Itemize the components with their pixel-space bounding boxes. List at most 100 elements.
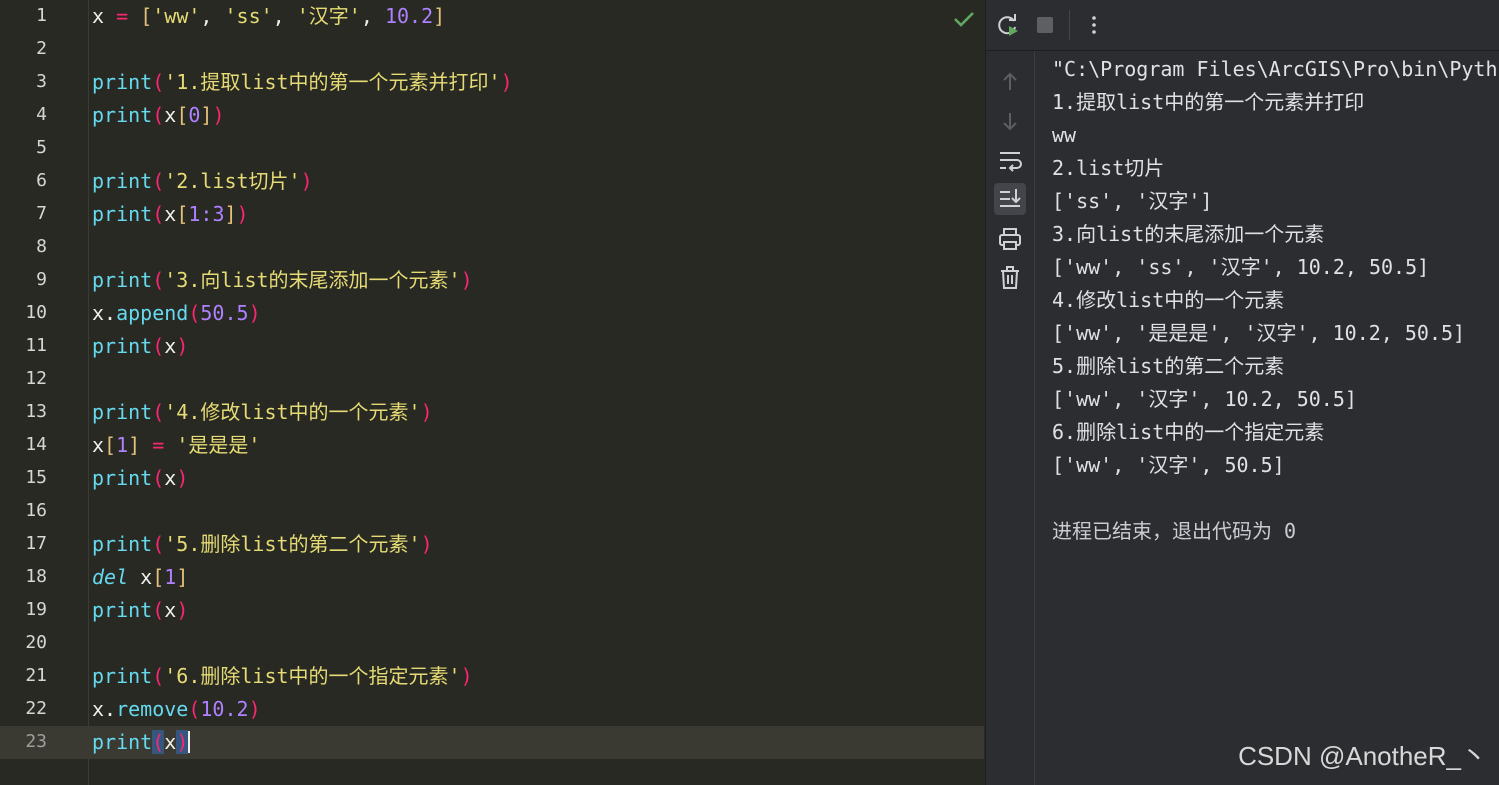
code-method: append [116,301,189,325]
code-editor[interactable]: 1x = ['ww', 'ss', '汉字', 10.2] 2 3 print('1.… [0,0,984,785]
code-number: 10.2 [384,4,434,28]
code-token: = [116,4,129,28]
code-line[interactable]: 16 [0,495,984,528]
code-line[interactable]: 2 [0,33,984,66]
code-number: 10.2 [200,697,249,721]
code-text: x.remove(10.2) [92,697,261,721]
code-text: print(x[0]) [92,103,225,127]
line-number: 1 [36,5,47,26]
code-text: print('2.list切片') [92,169,313,193]
console-line: "C:\Program Files\ArcGIS\Pro\bin\Pytho [1052,57,1498,81]
console-line: ww [1052,123,1077,147]
code-string: '1.提取list中的第一个元素并打印' [164,70,501,94]
trash-icon[interactable] [994,262,1026,294]
line-number: 10 [25,302,47,323]
code-string: '是是是' [176,433,261,457]
code-text: del x[1] [92,565,189,589]
code-line[interactable]: 23 print(x) [0,726,984,759]
code-text: print('1.提取list中的第一个元素并打印') [92,70,513,94]
code-line[interactable]: 9 print('3.向list的末尾添加一个元素') [0,264,984,297]
run-panel: "C:\Program Files\ArcGIS\Pro\bin\Pytho 1.… [985,0,1499,785]
stop-icon[interactable] [1032,12,1058,38]
line-number: 19 [25,599,47,620]
line-number: 9 [36,269,47,290]
code-string: '6.删除list中的一个指定元素' [164,664,461,688]
code-line[interactable]: 13 print('4.修改list中的一个元素') [0,396,984,429]
arrow-down-icon[interactable] [994,105,1026,137]
console-line: ['ww', '汉字', 50.5] [1052,453,1285,477]
code-text: x.append(50.5) [92,301,261,325]
print-keyword: print [92,532,153,556]
code-line[interactable]: 3 print('1.提取list中的第一个元素并打印') [0,66,984,99]
arrow-up-icon[interactable] [994,66,1026,98]
code-line[interactable]: 7 print(x[1:3]) [0,198,984,231]
code-line[interactable]: 4 print(x[0]) [0,99,984,132]
print-keyword: print [92,400,153,424]
line-number: 5 [36,137,47,158]
print-keyword: print [92,103,153,127]
print-keyword: print [92,334,153,358]
line-number: 20 [25,632,47,653]
line-number: 12 [25,368,47,389]
code-line[interactable]: 19 print(x) [0,594,984,627]
line-number: 3 [36,71,47,92]
code-number: 50.5 [200,301,249,325]
line-number: 23 [25,731,47,752]
code-line[interactable]: 6 print('2.list切片') [0,165,984,198]
code-keyword: del [92,565,129,589]
code-text: print(x[1:3]) [92,202,249,226]
code-line[interactable]: 15 print(x) [0,462,984,495]
code-line[interactable]: 22 x.remove(10.2) [0,693,984,726]
console-output[interactable]: "C:\Program Files\ArcGIS\Pro\bin\Pytho 1.… [1052,55,1498,755]
code-line[interactable]: 21 print('6.删除list中的一个指定元素') [0,660,984,693]
code-text: x[1] = '是是是' [92,433,261,457]
console-line: 6.删除list中的一个指定元素 [1052,420,1325,444]
code-string: '4.修改list中的一个元素' [164,400,421,424]
more-vertical-icon[interactable] [1081,12,1107,38]
print-keyword: print [92,664,153,688]
code-method: remove [116,697,189,721]
rerun-icon[interactable] [994,12,1020,38]
code-line[interactable]: 10 x.append(50.5) [0,297,984,330]
print-keyword: print [92,70,153,94]
line-number: 6 [36,170,47,191]
scroll-to-end-icon[interactable] [994,183,1026,215]
code-string: '汉字' [296,4,361,28]
line-number: 4 [36,104,47,125]
line-number: 11 [25,335,47,356]
console-line: 2.list切片 [1052,156,1165,180]
code-number: 1:3 [188,202,225,226]
console-line: ['ww', 'ss', '汉字', 10.2, 50.5] [1052,255,1430,279]
code-number: 1 [164,565,177,589]
code-line[interactable]: 8 [0,231,984,264]
code-line[interactable]: 17 print('5.删除list的第二个元素') [0,528,984,561]
print-keyword: print [92,730,153,754]
code-line[interactable]: 20 [0,627,984,660]
line-number: 14 [25,434,47,455]
print-keyword: print [92,169,153,193]
code-text: x = ['ww', 'ss', '汉字', 10.2] [92,4,446,28]
code-line[interactable]: 11 print(x) [0,330,984,363]
print-keyword: print [92,466,153,490]
print-icon[interactable] [994,223,1026,255]
code-text: print('4.修改list中的一个元素') [92,400,433,424]
code-text: print(x) [92,466,189,490]
code-string: 'ww' [152,4,201,28]
code-token: x [92,4,105,28]
print-keyword: print [92,202,153,226]
code-line[interactable]: 18 del x[1] [0,561,984,594]
run-toolbar [986,0,1499,51]
code-line[interactable]: 12 [0,363,984,396]
soft-wrap-icon[interactable] [994,144,1026,176]
console-line: 进程已结束，退出代码为 0 [1052,519,1297,543]
console-line: 5.删除list的第二个元素 [1052,354,1285,378]
code-line[interactable]: 14 x[1] = '是是是' [0,429,984,462]
line-number: 13 [25,401,47,422]
code-string: '5.删除list的第二个元素' [164,532,421,556]
code-line[interactable]: 5 [0,132,984,165]
line-number: 17 [25,533,47,554]
code-text: print(x) [92,334,189,358]
line-number: 22 [25,698,47,719]
code-line[interactable]: 1 x = ['ww', 'ss', '汉字', 10.2] [0,0,984,33]
